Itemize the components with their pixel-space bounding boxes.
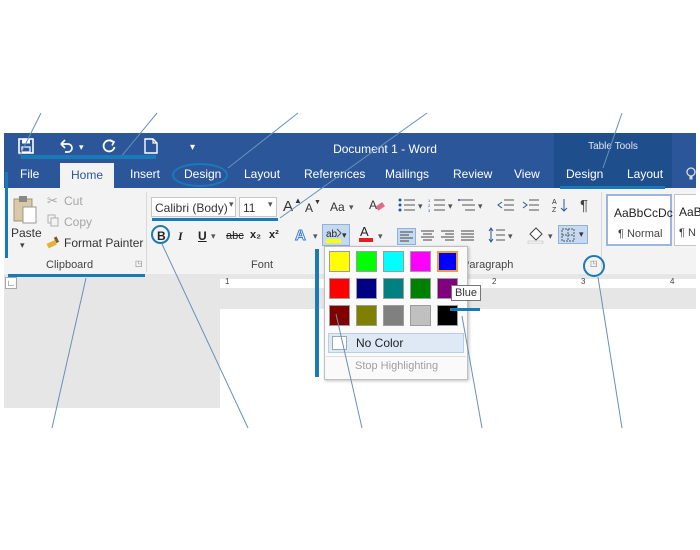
callout-leader-line — [161, 243, 249, 429]
callout-circle — [172, 163, 228, 187]
callout-bar — [8, 274, 145, 277]
callout-circle — [151, 225, 170, 244]
callout-circle — [583, 255, 605, 277]
callout-leader-line — [597, 276, 623, 429]
callout-bar — [5, 172, 8, 258]
callout-bar — [560, 186, 665, 189]
callout-bar — [315, 249, 319, 377]
callout-bar — [21, 155, 156, 159]
callout-bar — [152, 218, 278, 221]
callout-leader-line — [51, 277, 87, 429]
callout-bar — [450, 308, 480, 311]
callout-leader-line — [227, 112, 299, 169]
callout-leader-line — [602, 112, 623, 169]
callout-leader-line — [119, 112, 158, 159]
callout-leader-line — [461, 315, 483, 429]
callout-leader-line — [19, 112, 42, 156]
callout-leader-line — [279, 112, 428, 219]
callout-leader-line — [335, 313, 363, 429]
